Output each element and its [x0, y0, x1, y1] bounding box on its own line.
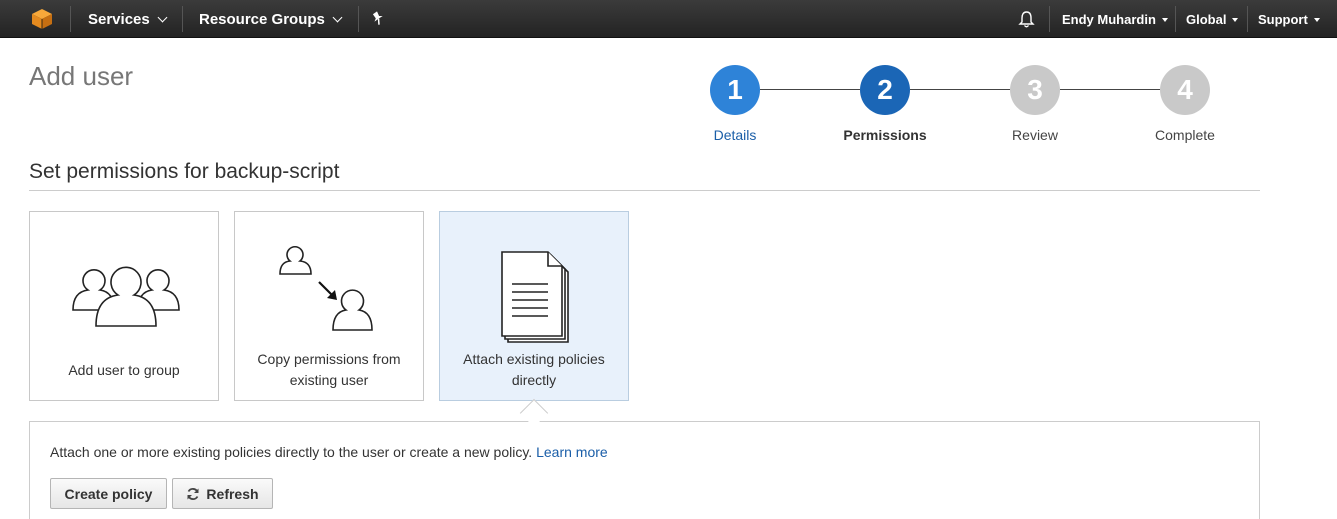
create-policy-button[interactable]: Create policy [50, 478, 167, 509]
document-stack-icon [501, 251, 569, 343]
section-divider [29, 190, 1260, 191]
option-label-line-2: existing user [289, 372, 369, 388]
option-label-line-1: Copy permissions from [257, 351, 401, 367]
copy-permissions-option[interactable]: Copy permissions from existing user [234, 211, 424, 401]
step-1-circle[interactable]: 1 [710, 65, 760, 115]
option-label-line-2: directly [511, 372, 557, 388]
option-label: Add user to group [68, 362, 180, 378]
step-connector [760, 89, 860, 90]
services-label: Services [88, 10, 150, 28]
top-navigation-bar: Services Resource Groups Endy Muhardin G… [0, 0, 1337, 38]
support-label: Support [1258, 11, 1308, 27]
step-3-label: Review [1012, 127, 1058, 143]
option-label-line-1: Attach existing policies [463, 351, 605, 367]
aws-cube-icon[interactable] [30, 7, 54, 31]
step-1-label[interactable]: Details [660, 127, 810, 143]
step-connector [910, 89, 1010, 90]
refresh-label: Refresh [206, 485, 259, 502]
chevron-down-icon [157, 12, 168, 23]
caret-down-icon [1232, 18, 1239, 22]
pin-icon[interactable] [371, 11, 385, 25]
services-menu[interactable]: Services [88, 0, 168, 38]
panel-description-text: Attach one or more existing policies dir… [50, 444, 533, 460]
add-user-to-group-option[interactable]: Add user to group [29, 211, 219, 401]
resource-groups-menu[interactable]: Resource Groups [199, 0, 343, 38]
step-3-circle: 3 [1010, 65, 1060, 115]
region-label: Global [1186, 11, 1227, 27]
chevron-down-icon [332, 12, 343, 23]
user-name-label: Endy Muhardin [1062, 11, 1156, 27]
caret-down-icon [1161, 18, 1168, 22]
support-menu[interactable]: Support [1258, 0, 1320, 38]
step-2-circle: 2 [860, 65, 910, 115]
refresh-icon [187, 487, 199, 500]
attach-policies-option[interactable]: Attach existing policies directly [439, 211, 629, 401]
copy-user-icon [279, 246, 373, 331]
create-policy-label: Create policy [64, 485, 153, 502]
step-4-circle: 4 [1160, 65, 1210, 115]
resource-groups-label: Resource Groups [199, 10, 325, 28]
caret-down-icon [1313, 18, 1320, 22]
group-icon [72, 266, 180, 327]
learn-more-link[interactable]: Learn more [536, 444, 608, 460]
step-2-label: Permissions [843, 127, 927, 143]
refresh-button[interactable]: Refresh [172, 478, 273, 509]
section-title: Set permissions for backup-script [29, 160, 340, 183]
user-menu[interactable]: Endy Muhardin [1062, 0, 1168, 38]
page-title: Add user [29, 61, 134, 91]
bell-icon[interactable] [1018, 10, 1035, 28]
step-connector [1060, 89, 1160, 90]
panel-description: Attach one or more existing policies dir… [50, 444, 608, 460]
region-menu[interactable]: Global [1186, 0, 1239, 38]
step-4-label: Complete [1155, 127, 1215, 143]
